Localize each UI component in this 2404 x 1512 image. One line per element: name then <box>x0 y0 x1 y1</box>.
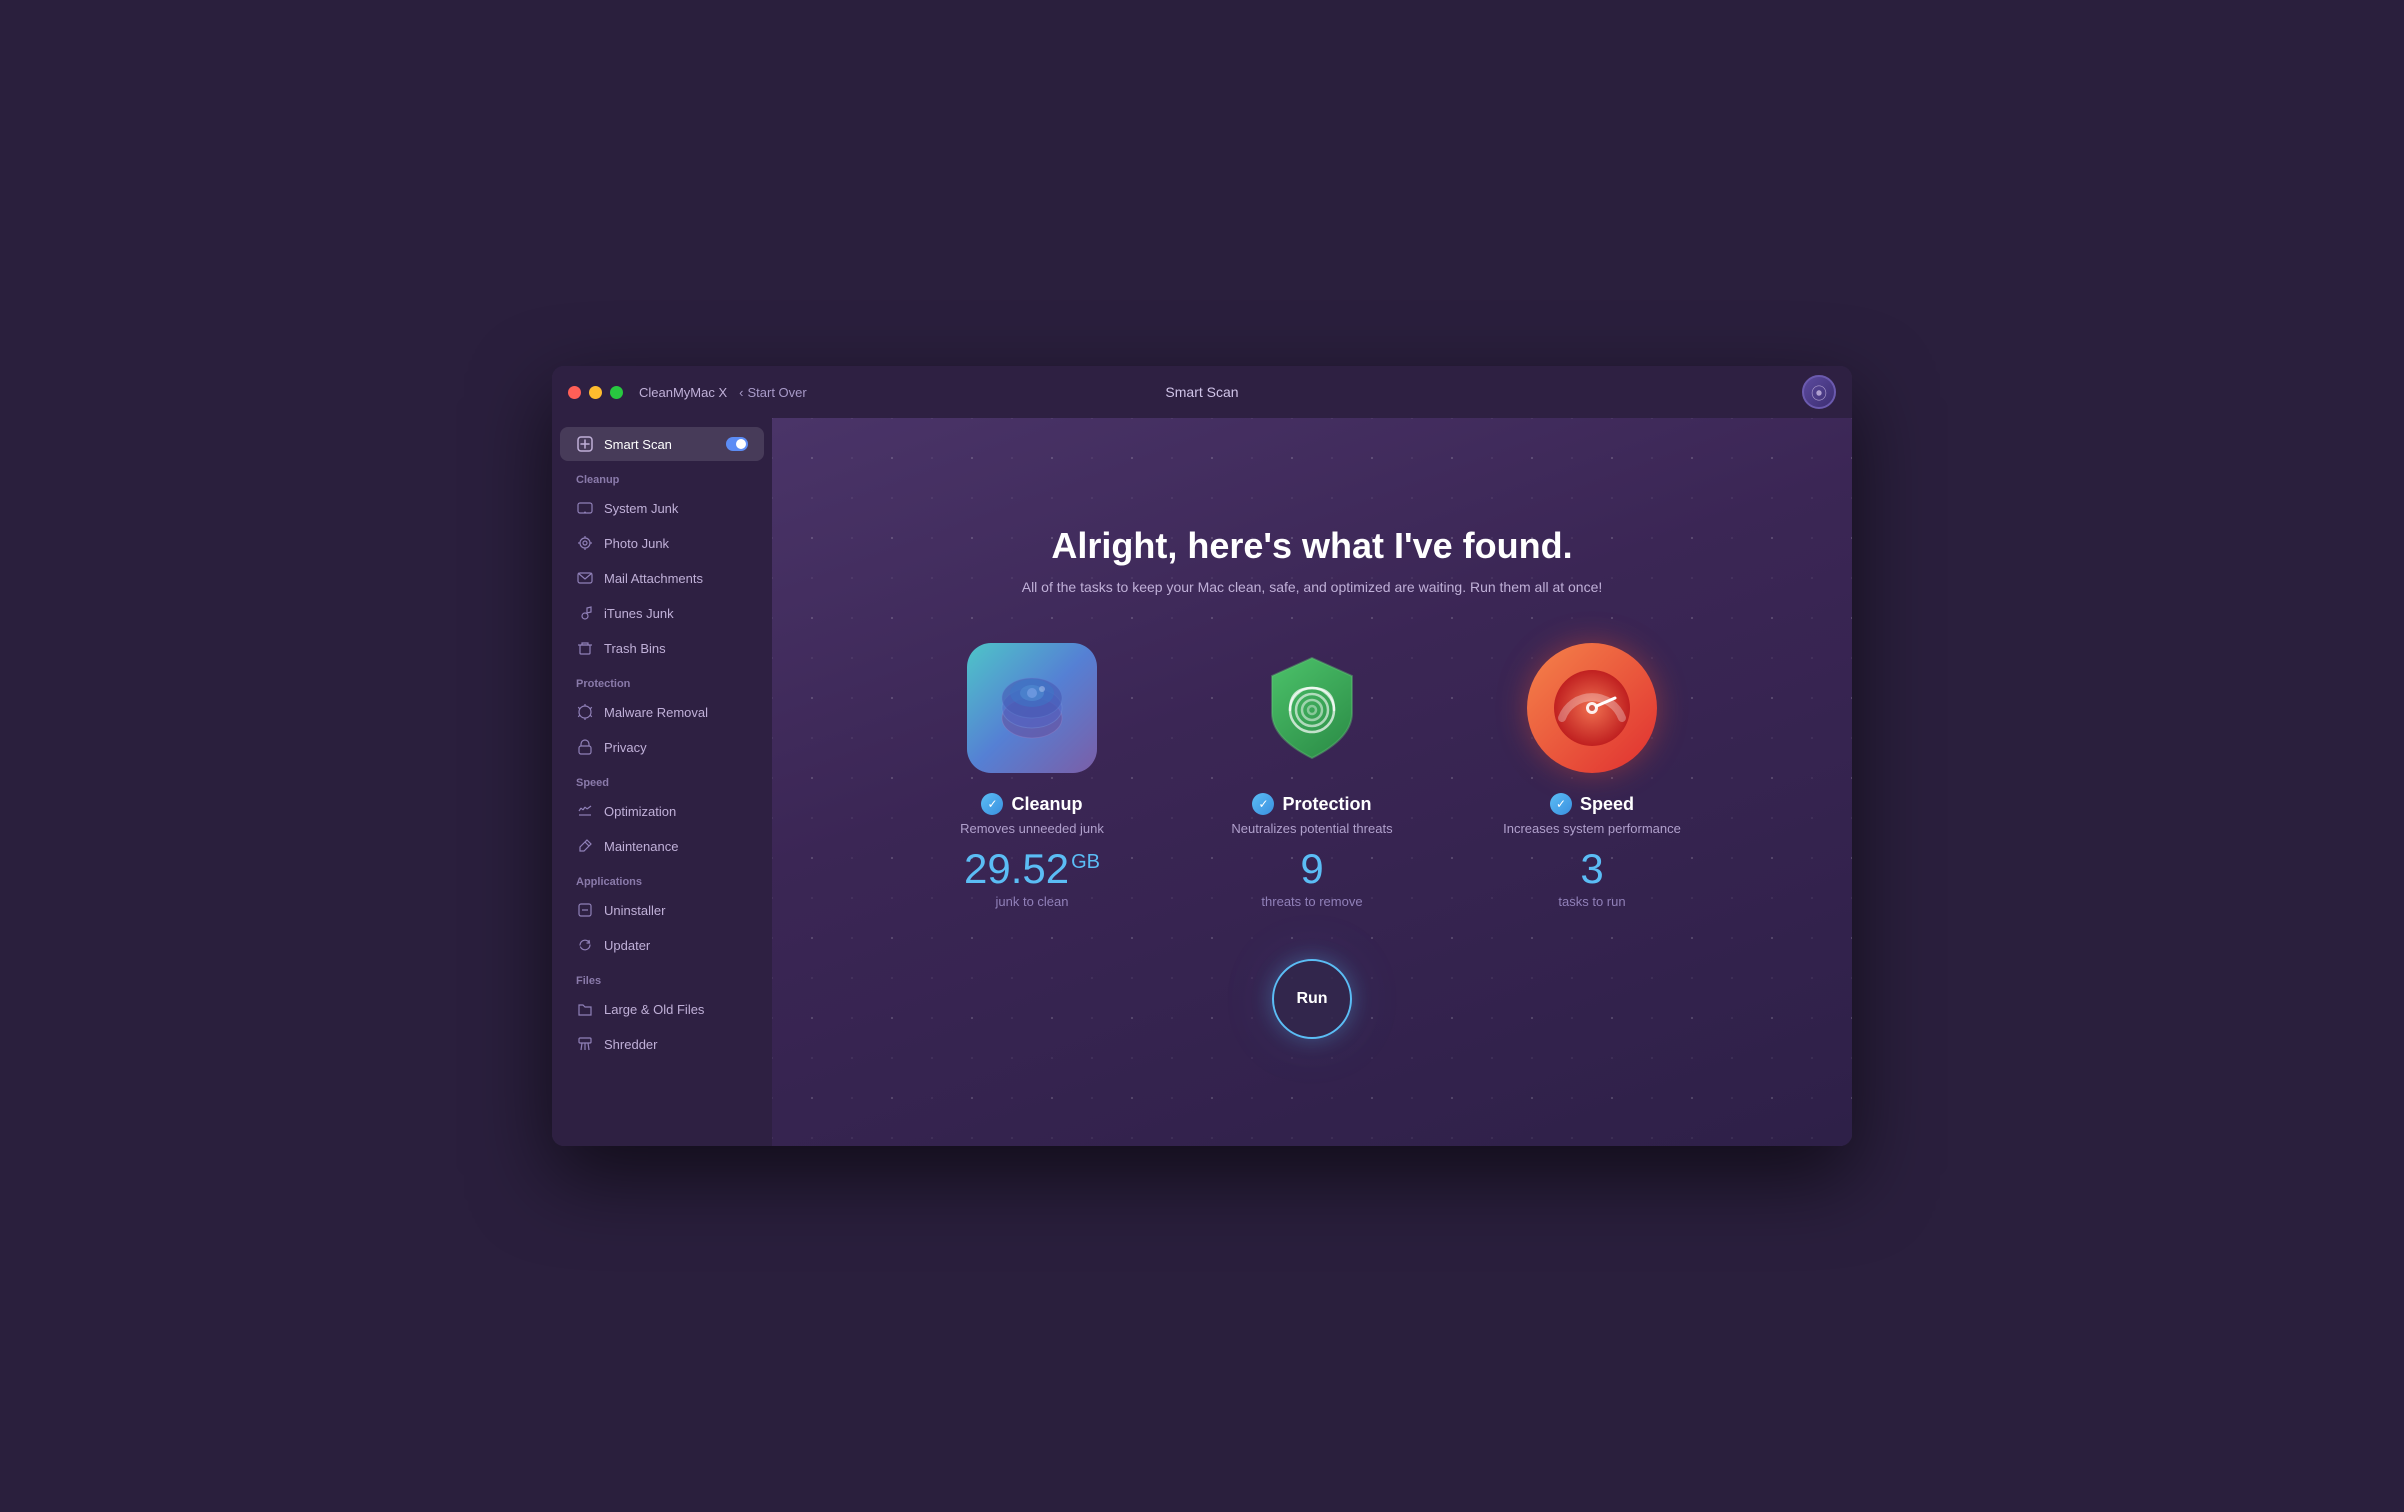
avatar-icon: ⦿ <box>1811 380 1827 404</box>
section-speed-label: Speed <box>552 765 772 793</box>
speed-card-title: Speed <box>1580 794 1634 815</box>
sidebar-item-system-junk[interactable]: System Junk <box>560 491 764 525</box>
maintenance-label: Maintenance <box>604 839 678 854</box>
sidebar-item-optimization[interactable]: Optimization <box>560 794 764 828</box>
content-inner: Alright, here's what I've found. All of … <box>812 525 1812 1039</box>
cleanup-description: Removes unneeded junk <box>960 821 1104 836</box>
privacy-label: Privacy <box>604 740 647 755</box>
sidebar-item-photo-junk[interactable]: Photo Junk <box>560 526 764 560</box>
files-icon <box>576 1000 594 1018</box>
trash-bins-label: Trash Bins <box>604 641 666 656</box>
optimization-icon <box>576 802 594 820</box>
protection-title-row: ✓ Protection <box>1252 793 1371 815</box>
sidebar-item-maintenance[interactable]: Maintenance <box>560 829 764 863</box>
protection-card: ✓ Protection Neutralizes potential threa… <box>1202 643 1422 909</box>
malware-icon <box>576 703 594 721</box>
sidebar-item-large-old-files[interactable]: Large & Old Files <box>560 992 764 1026</box>
cleanup-card-title: Cleanup <box>1011 794 1082 815</box>
cleanup-card: ✓ Cleanup Removes unneeded junk 29.52GB … <box>922 643 1142 909</box>
updater-label: Updater <box>604 938 650 953</box>
content-area: Alright, here's what I've found. All of … <box>772 418 1852 1146</box>
main-layout: Smart Scan Cleanup System Junk <box>552 418 1852 1146</box>
itunes-icon <box>576 604 594 622</box>
section-applications-label: Applications <box>552 864 772 892</box>
protection-icon <box>1247 643 1377 773</box>
window-title: Smart Scan <box>1165 384 1238 400</box>
cleanup-check-icon: ✓ <box>981 793 1003 815</box>
speed-check-icon: ✓ <box>1550 793 1572 815</box>
photo-junk-label: Photo Junk <box>604 536 669 551</box>
speed-description: Increases system performance <box>1503 821 1681 836</box>
section-cleanup-label: Cleanup <box>552 462 772 490</box>
cards-row: ✓ Cleanup Removes unneeded junk 29.52GB … <box>922 643 1702 909</box>
headline: Alright, here's what I've found. <box>1051 525 1572 567</box>
back-nav[interactable]: ‹ Start Over <box>739 385 807 400</box>
trash-icon <box>576 639 594 657</box>
updater-icon <box>576 936 594 954</box>
cleanup-sublabel: junk to clean <box>996 894 1069 909</box>
smart-scan-icon <box>576 435 594 453</box>
privacy-icon <box>576 738 594 756</box>
system-junk-label: System Junk <box>604 501 678 516</box>
photo-junk-icon <box>576 534 594 552</box>
cleanup-value-unit: GB <box>1071 851 1100 873</box>
sidebar-item-itunes-junk[interactable]: iTunes Junk <box>560 596 764 630</box>
mail-icon <box>576 569 594 587</box>
run-button[interactable]: Run <box>1272 959 1352 1039</box>
chevron-left-icon: ‹ <box>739 385 743 400</box>
subheadline: All of the tasks to keep your Mac clean,… <box>1022 579 1603 595</box>
avatar-button[interactable]: ⦿ <box>1802 375 1836 409</box>
sidebar-item-malware-removal[interactable]: Malware Removal <box>560 695 764 729</box>
maintenance-icon <box>576 837 594 855</box>
title-bar-right: ⦿ <box>1802 375 1836 409</box>
protection-check-icon: ✓ <box>1252 793 1274 815</box>
optimization-label: Optimization <box>604 804 676 819</box>
app-name: CleanMyMac X <box>639 385 727 400</box>
traffic-lights <box>568 386 623 399</box>
close-button[interactable] <box>568 386 581 399</box>
itunes-junk-label: iTunes Junk <box>604 606 674 621</box>
sidebar-item-shredder[interactable]: Shredder <box>560 1027 764 1061</box>
speed-sublabel: tasks to run <box>1558 894 1625 909</box>
sidebar-item-updater[interactable]: Updater <box>560 928 764 962</box>
mail-attachments-label: Mail Attachments <box>604 571 703 586</box>
back-label: Start Over <box>747 385 806 400</box>
cleanup-value: 29.52GB <box>964 848 1100 890</box>
shredder-label: Shredder <box>604 1037 657 1052</box>
sidebar: Smart Scan Cleanup System Junk <box>552 418 772 1146</box>
protection-sublabel: threats to remove <box>1261 894 1362 909</box>
smart-scan-label: Smart Scan <box>604 437 672 452</box>
speed-card: ✓ Speed Increases system performance 3 t… <box>1482 643 1702 909</box>
speed-icon <box>1527 643 1657 773</box>
section-files-label: Files <box>552 963 772 991</box>
sidebar-item-privacy[interactable]: Privacy <box>560 730 764 764</box>
malware-removal-label: Malware Removal <box>604 705 708 720</box>
speed-title-row: ✓ Speed <box>1550 793 1634 815</box>
cleanup-icon <box>967 643 1097 773</box>
sidebar-item-smart-scan[interactable]: Smart Scan <box>560 427 764 461</box>
fullscreen-button[interactable] <box>610 386 623 399</box>
sidebar-item-trash-bins[interactable]: Trash Bins <box>560 631 764 665</box>
large-old-files-label: Large & Old Files <box>604 1002 704 1017</box>
uninstaller-label: Uninstaller <box>604 903 665 918</box>
minimize-button[interactable] <box>589 386 602 399</box>
uninstaller-icon <box>576 901 594 919</box>
title-bar: CleanMyMac X ‹ Start Over Smart Scan ⦿ <box>552 366 1852 418</box>
cleanup-title-row: ✓ Cleanup <box>981 793 1082 815</box>
sidebar-item-uninstaller[interactable]: Uninstaller <box>560 893 764 927</box>
protection-value: 9 <box>1300 848 1323 890</box>
system-junk-icon <box>576 499 594 517</box>
app-window: CleanMyMac X ‹ Start Over Smart Scan ⦿ <box>552 366 1852 1146</box>
smart-scan-toggle[interactable] <box>726 437 748 451</box>
protection-card-title: Protection <box>1282 794 1371 815</box>
shredder-icon <box>576 1035 594 1053</box>
sidebar-item-mail-attachments[interactable]: Mail Attachments <box>560 561 764 595</box>
speed-value: 3 <box>1580 848 1603 890</box>
protection-description: Neutralizes potential threats <box>1231 821 1392 836</box>
section-protection-label: Protection <box>552 666 772 694</box>
